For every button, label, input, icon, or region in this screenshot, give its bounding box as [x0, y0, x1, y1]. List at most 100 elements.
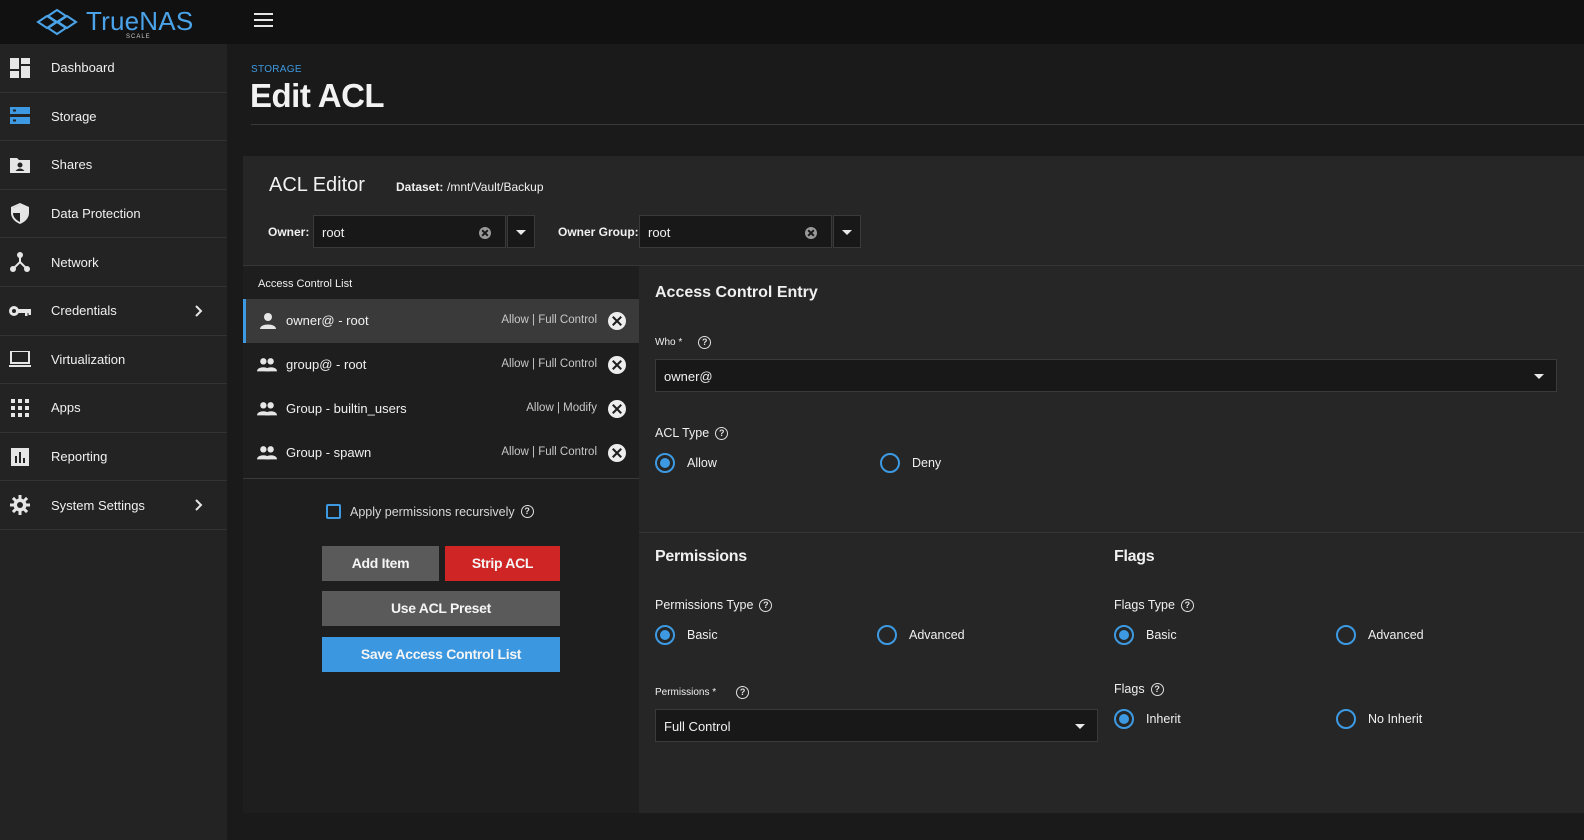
acl-entry-permission: Allow | Full Control	[501, 358, 597, 370]
sidebar-item-system-settings[interactable]: System Settings	[0, 481, 227, 530]
sidebar-item-apps[interactable]: Apps	[0, 384, 227, 433]
acl-entry[interactable]: owner@ - root Allow | Full Control	[243, 299, 639, 343]
clear-owner-icon[interactable]	[479, 227, 491, 239]
remove-entry-icon[interactable]	[608, 444, 626, 462]
sidebar-item-network[interactable]: Network	[0, 238, 227, 287]
owner-group-input[interactable]: root	[639, 215, 832, 248]
permissions-type-advanced-radio[interactable]: Advanced	[877, 625, 965, 645]
sidebar-item-label: Dashboard	[51, 60, 115, 76]
shield-icon	[9, 203, 31, 225]
add-item-button[interactable]: Add Item	[322, 546, 439, 581]
sidebar-item-data-protection[interactable]: Data Protection	[0, 190, 227, 239]
menu-toggle-icon[interactable]	[254, 13, 273, 29]
radio-selected-indicator	[655, 625, 675, 645]
acl-type-allow-radio[interactable]: Allow	[655, 453, 717, 473]
permissions-value: Full Control	[664, 719, 731, 734]
acl-editor-title: ACL Editor	[269, 174, 365, 196]
radio-label: Allow	[687, 456, 717, 470]
acl-entry-who: Group - spawn	[286, 445, 372, 460]
who-value: owner@	[664, 369, 713, 384]
flags-section-title: Flags	[1114, 548, 1155, 565]
dataset-path: /mnt/Vault/Backup	[447, 180, 544, 194]
save-acl-button[interactable]: Save Access Control List	[322, 637, 560, 672]
key-icon	[9, 300, 31, 322]
clear-owner-group-icon[interactable]	[805, 227, 817, 239]
sidebar-item-storage[interactable]: Storage	[0, 93, 227, 142]
radio-indicator	[877, 625, 897, 645]
help-icon[interactable]: ?	[698, 336, 712, 349]
section-divider	[639, 532, 1584, 533]
acl-entry-permission: Allow | Full Control	[501, 446, 597, 458]
permissions-label-text: Permissions *	[655, 687, 717, 698]
breadcrumb[interactable]: STORAGE	[251, 64, 302, 75]
flags-type-basic-radio[interactable]: Basic	[1114, 625, 1177, 645]
chevron-down-icon	[516, 230, 526, 235]
sidebar-item-shares[interactable]: Shares	[0, 141, 227, 190]
sidebar-item-credentials[interactable]: Credentials	[0, 287, 227, 336]
radio-label: Deny	[912, 456, 942, 470]
title-divider	[251, 124, 1584, 125]
acl-list-divider	[243, 478, 639, 479]
radio-selected-indicator	[1114, 709, 1134, 729]
acl-entry-permission: Allow | Full Control	[501, 314, 597, 326]
apply-recursive-option[interactable]: Apply permissions recursively ?	[326, 504, 534, 519]
flags-no-inherit-radio[interactable]: No Inherit	[1336, 709, 1422, 729]
who-label-text: Who *	[655, 337, 683, 348]
chevron-down-icon	[1075, 724, 1085, 729]
use-acl-preset-button[interactable]: Use ACL Preset	[322, 591, 560, 626]
strip-acl-button[interactable]: Strip ACL	[445, 546, 560, 581]
help-icon[interactable]: ?	[1150, 682, 1164, 696]
help-icon[interactable]: ?	[1180, 598, 1194, 612]
permissions-type-label: Permissions Type ?	[655, 598, 773, 612]
who-select[interactable]: owner@	[655, 359, 1557, 392]
acl-entry[interactable]: Group - builtin_users Allow | Modify	[243, 387, 639, 431]
flags-label: Flags ?	[1114, 682, 1164, 696]
sidebar-item-label: Network	[51, 254, 99, 270]
flags-inherit-radio[interactable]: Inherit	[1114, 709, 1181, 729]
acl-entry-who: group@ - root	[286, 357, 367, 372]
owner-label: Owner:	[268, 225, 310, 239]
acl-entry-permission: Allow | Modify	[526, 402, 597, 414]
remove-entry-icon[interactable]	[608, 356, 626, 374]
sidebar-item-label: Storage	[51, 108, 97, 124]
help-icon[interactable]: ?	[715, 426, 729, 440]
sidebar-item-reporting[interactable]: Reporting	[0, 433, 227, 482]
apply-recursive-checkbox[interactable]	[326, 504, 341, 519]
sidebar-item-dashboard[interactable]: Dashboard	[0, 44, 227, 93]
help-icon[interactable]: ?	[736, 686, 750, 699]
network-icon	[9, 251, 31, 273]
flags-type-advanced-radio[interactable]: Advanced	[1336, 625, 1424, 645]
radio-indicator	[1336, 625, 1356, 645]
acl-editor-header: ACL Editor Dataset: /mnt/Vault/Backup Ow…	[243, 156, 1584, 266]
acl-type-label-text: ACL Type	[655, 426, 710, 440]
permissions-select[interactable]: Full Control	[655, 709, 1098, 742]
who-label: Who * ?	[655, 336, 712, 349]
sidebar-item-label: System Settings	[51, 497, 145, 513]
acl-entry[interactable]: Group - spawn Allow | Full Control	[243, 431, 639, 475]
sidebar-item-label: Apps	[51, 400, 81, 416]
ace-title: Access Control Entry	[655, 284, 818, 301]
owner-group-label: Owner Group:	[558, 225, 639, 239]
remove-entry-icon[interactable]	[608, 312, 626, 330]
truenas-logo[interactable]: TrueNAS SCALE	[36, 4, 193, 40]
flags-type-label-text: Flags Type	[1114, 598, 1175, 612]
radio-selected-indicator	[1114, 625, 1134, 645]
remove-entry-icon[interactable]	[608, 400, 626, 418]
acl-type-deny-radio[interactable]: Deny	[880, 453, 941, 473]
sidebar-item-label: Virtualization	[51, 351, 126, 367]
owner-dropdown-button[interactable]	[507, 215, 535, 248]
help-icon[interactable]: ?	[520, 505, 534, 518]
help-icon[interactable]: ?	[759, 598, 773, 612]
radio-indicator	[1336, 709, 1356, 729]
acl-entry[interactable]: group@ - root Allow | Full Control	[243, 343, 639, 387]
logo-subtitle: SCALE	[126, 34, 151, 40]
owner-input[interactable]: root	[313, 215, 506, 248]
sidebar-item-virtualization[interactable]: Virtualization	[0, 336, 227, 385]
main-content: STORAGE Edit ACL ACL Editor Dataset: /mn…	[227, 44, 1584, 840]
permissions-type-basic-radio[interactable]: Basic	[655, 625, 718, 645]
permissions-type-label-text: Permissions Type	[655, 598, 754, 612]
owner-group-dropdown-button[interactable]	[833, 215, 861, 248]
truenas-logo-icon	[36, 8, 78, 36]
shares-icon	[9, 154, 31, 176]
radio-label: Advanced	[1368, 628, 1424, 642]
